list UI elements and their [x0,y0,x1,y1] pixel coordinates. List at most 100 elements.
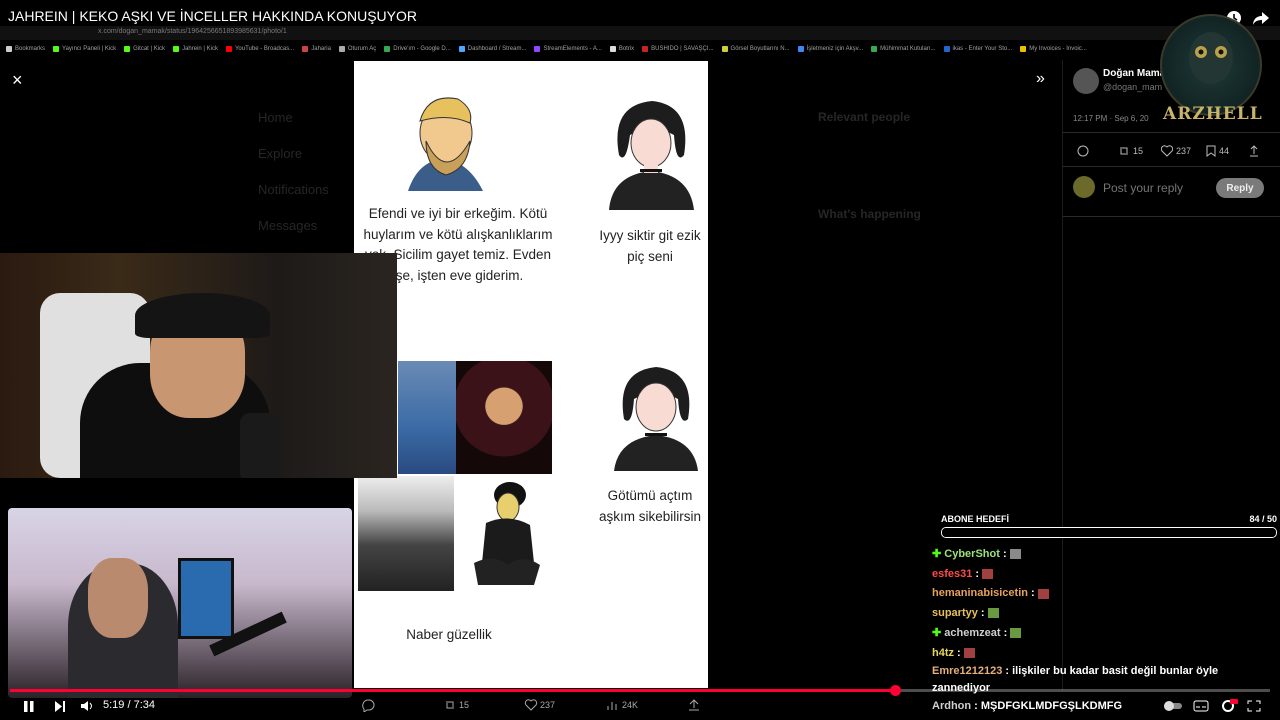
bookmark-item[interactable]: Drive'ım - Google D... [384,43,451,55]
bookmark-label: Oturum Aç [347,46,377,52]
bookmark-item[interactable]: Botrix [609,43,635,55]
photo-man-blue [398,361,456,474]
close-button[interactable]: × [12,70,23,91]
bookmark-item[interactable]: ikas - Enter Your Sto... [943,43,1013,55]
like-icon[interactable] [1161,145,1173,157]
tweet-timestamp[interactable]: 12:17 PM · Sep 6, 20 [1073,114,1149,123]
bookmark-item[interactable]: My Invoices - Invoic... [1020,43,1087,55]
progress-scrubber[interactable] [889,685,901,696]
repost-count: 15 [459,700,470,710]
chat-username[interactable]: esfes31 [932,568,972,580]
nav-home[interactable]: Home [258,100,329,136]
author-handle[interactable]: @dogan_mam [1103,82,1162,92]
emote-icon [963,647,975,658]
bookmark-icon[interactable] [1206,145,1216,157]
bookmark-item[interactable]: Mühimmat Kutuları... [871,43,936,55]
share-icon[interactable] [1249,145,1259,157]
chat-separator: : [1027,587,1038,600]
whats-happening-heading: What's happening [818,207,921,221]
nav-explore[interactable]: Explore [258,136,329,172]
subtitles-icon[interactable] [1193,700,1209,712]
chat-message: ✚ CyberShot : [932,545,1232,565]
chat-separator: : [971,700,981,713]
bookmark-label: Botrix [618,46,635,52]
bookmark-item[interactable]: Oturum Aç [338,43,377,55]
chat-username[interactable]: h4tz [932,647,954,659]
keko-text: Naber güzellik [406,627,492,642]
bookmark-label: Mühimmat Kutuları... [880,46,936,52]
bookmark-favicon-icon [302,46,309,52]
bookmark-item[interactable]: YouTube - Broadcas... [225,43,294,55]
bookmark-label: Dashboard / Stream... [467,46,527,52]
chat-separator: : [999,548,1010,560]
chat-message: ✚ achemzeat : [932,624,1232,644]
tweet-like-count: 237 [1176,146,1192,156]
like-icon[interactable] [524,698,538,712]
pause-icon[interactable] [22,700,36,713]
nav-notifications[interactable]: Notifications [258,172,329,208]
bookmark-favicon-icon [1020,46,1027,52]
bookmark-item[interactable]: Bookmarks [6,43,45,55]
settings-icon[interactable] [1220,698,1238,714]
bookmark-favicon-icon [173,46,180,52]
chat-username[interactable]: Ardhon [932,700,971,712]
bookmark-label: BUSHIDO | SAVAŞÇI... [651,46,714,52]
bookmark-favicon-icon [943,46,950,52]
reply-icon[interactable] [1077,145,1089,157]
emote-icon [987,608,999,619]
views-count: 24K [622,700,639,710]
bookmark-label: ikas - Enter Your Sto... [952,46,1013,52]
chat-username[interactable]: achemzeat [944,627,1000,639]
volume-icon[interactable] [80,699,96,713]
bookmark-item[interactable]: Jahrein | Kick [173,43,218,55]
logo-text: ARZHELL [1163,104,1263,124]
wall-poster [178,558,234,639]
views-icon[interactable] [606,698,620,712]
bookmark-item[interactable]: Görsel Boyutlarını N... [721,43,790,55]
fullscreen-icon[interactable] [1247,700,1261,712]
bookmark-item[interactable]: Gitcat | Kick [124,43,165,55]
chat-username[interactable]: CyberShot [944,548,1000,560]
bookmark-item[interactable]: Jaharia [302,43,331,55]
reply-button[interactable]: Reply [1216,178,1264,198]
chad-illustration [408,97,483,191]
black-cap [135,293,270,338]
girl-reply-2: Götümü açtım aşkım sikebilirsin [598,488,702,524]
repost-icon[interactable] [1118,145,1130,157]
chat-message: Ardhon : MŞDFGKLMDFGŞLKDMFG [932,697,1232,717]
chat-message: esfes31 : [932,565,1232,585]
webcam-streamer-2 [8,508,352,698]
share-post-icon[interactable] [688,698,700,712]
expand-sidebar-button[interactable]: » [1036,70,1045,88]
video-progress-bar[interactable] [10,685,1270,696]
next-icon[interactable] [53,700,67,713]
bookmark-item[interactable]: StreamElements - A... [534,43,602,55]
time-display: 5:19 / 7:34 [103,699,155,711]
webcam-jahrein [0,253,397,478]
autoplay-toggle-icon[interactable] [1163,700,1183,712]
bookmark-favicon-icon [871,46,878,52]
bookmark-item[interactable]: Yayıncı Paneli | Kick [53,43,116,55]
bookmark-label: Jahrein | Kick [182,46,218,52]
progress-fill [10,689,895,692]
bookmark-item[interactable]: Dashboard / Stream... [458,43,527,55]
keko-illustration [474,482,540,585]
nav-messages[interactable]: Messages [258,208,329,244]
bookmark-item[interactable]: İşletmeniz için Akşv... [797,43,863,55]
chat-separator: : [954,646,964,659]
chat-username[interactable]: hemaninabisicetin [932,587,1028,599]
chat-username[interactable]: Emre1212123 [932,665,1002,677]
photo-man-red [456,361,552,474]
reply-input[interactable] [1101,178,1215,198]
photo-man-bw [358,476,454,591]
chat-separator: : [977,607,988,620]
address-bar[interactable]: x.com/dogan_mamak/status/196425665189398… [98,28,287,35]
bookmark-item[interactable]: BUSHIDO | SAVAŞÇI... [642,43,714,55]
author-avatar[interactable] [1073,68,1099,94]
divider [1063,132,1280,133]
repost-icon[interactable] [443,698,457,712]
author-name[interactable]: Doğan Mama [1103,68,1165,79]
chat-username[interactable]: supartyy [932,607,978,619]
reply-icon[interactable] [361,698,375,712]
emote-icon [982,568,994,579]
